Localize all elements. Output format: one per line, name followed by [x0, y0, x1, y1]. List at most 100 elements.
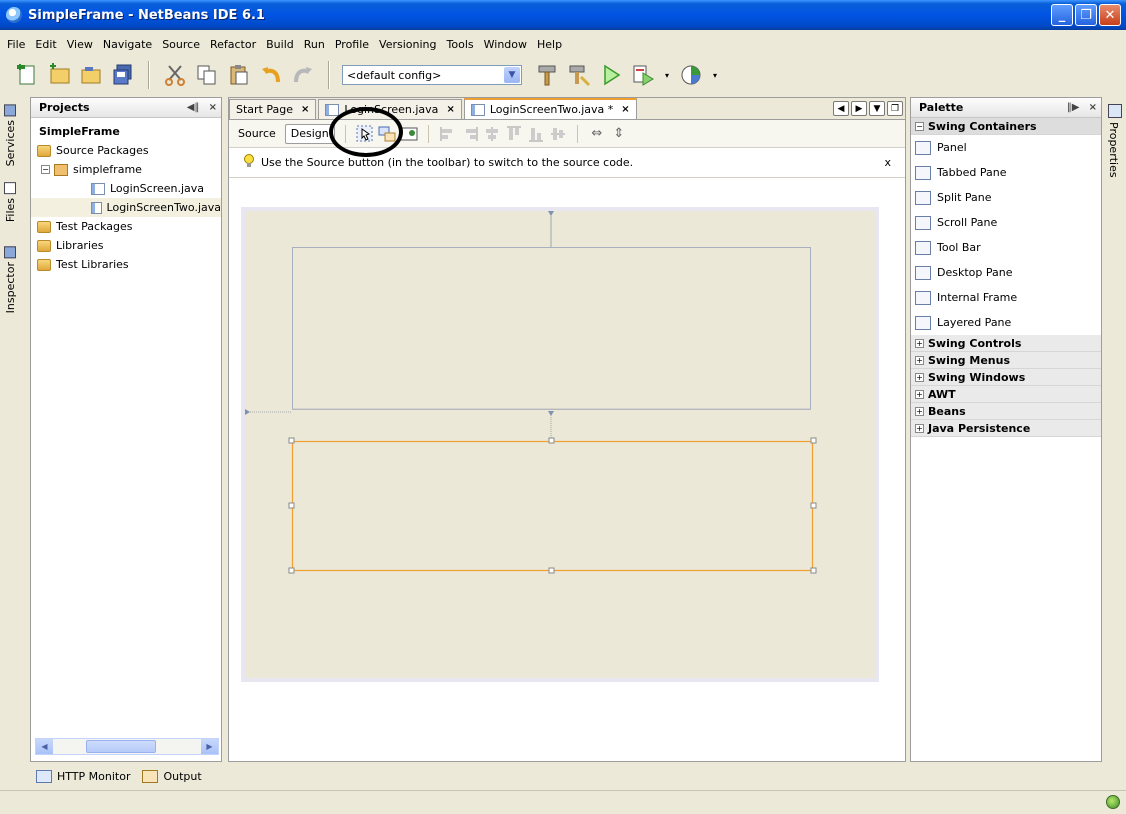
align-left-icon[interactable]	[439, 125, 457, 143]
tab-loginscreentwo[interactable]: LoginScreenTwo.java * ×	[463, 98, 637, 119]
build-hammer-icon[interactable]	[534, 62, 560, 88]
close-icon[interactable]: ×	[1089, 102, 1097, 113]
align-top-icon[interactable]	[505, 125, 523, 143]
center-vertical-icon[interactable]	[549, 125, 567, 143]
chevron-down-icon[interactable]: ▾	[662, 62, 672, 88]
palette-category-swing-menus[interactable]: + Swing Menus	[911, 352, 1101, 369]
scroll-tabs-left-icon[interactable]: ◀	[833, 101, 849, 116]
undo-icon[interactable]	[258, 62, 284, 88]
collapse-toggle-icon[interactable]: −	[41, 165, 50, 174]
scroll-left-icon[interactable]: ◀	[36, 739, 53, 754]
expand-toggle-icon[interactable]: +	[915, 355, 924, 365]
properties-side-tab[interactable]: Properties	[1107, 122, 1120, 178]
close-icon[interactable]: ×	[301, 104, 309, 115]
expand-toggle-icon[interactable]: +	[915, 389, 924, 399]
profile-icon[interactable]	[678, 62, 704, 88]
expand-toggle-icon[interactable]: +	[915, 423, 924, 433]
collapse-toggle-icon[interactable]: −	[915, 121, 924, 131]
chevron-down-icon[interactable]: ▼	[504, 67, 520, 83]
run-icon[interactable]	[598, 62, 624, 88]
tab-start-page[interactable]: Start Page ×	[229, 99, 317, 119]
menu-help[interactable]: Help	[532, 38, 567, 51]
menu-file[interactable]: File	[0, 38, 30, 51]
tab-output[interactable]: Output	[142, 769, 202, 783]
menu-build[interactable]: Build	[261, 38, 299, 51]
selection-mode-icon[interactable]	[356, 125, 374, 143]
source-mode-button[interactable]: Source	[233, 124, 281, 144]
palette-item-layered-pane[interactable]: Layered Pane	[911, 310, 1101, 335]
palette-item-internal-frame[interactable]: Internal Frame	[911, 285, 1101, 310]
close-icon[interactable]: ×	[446, 104, 454, 115]
title-bar[interactable]: SimpleFrame - NetBeans IDE 6.1 _ ❐ ✕	[0, 0, 1126, 30]
align-bottom-icon[interactable]	[527, 125, 545, 143]
tab-loginscreen[interactable]: LoginScreen.java ×	[318, 99, 462, 119]
hint-close-button[interactable]: x	[884, 156, 891, 169]
scroll-tabs-right-icon[interactable]: ▶	[851, 101, 867, 116]
inspector-side-tab[interactable]: Inspector	[4, 246, 17, 313]
show-opened-documents-icon[interactable]: ▼	[869, 101, 885, 116]
center-horizontal-icon[interactable]	[483, 125, 501, 143]
tree-node-file[interactable]: LoginScreenTwo.java	[31, 198, 221, 217]
minimize-button[interactable]: _	[1051, 4, 1073, 26]
horizontal-resize-icon[interactable]: ⇔	[588, 125, 606, 143]
connection-mode-icon[interactable]	[378, 125, 396, 143]
menu-window[interactable]: Window	[479, 38, 532, 51]
close-icon[interactable]: ×	[621, 104, 629, 115]
palette-item-tabbed-pane[interactable]: Tabbed Pane	[911, 160, 1101, 185]
menu-profile[interactable]: Profile	[330, 38, 374, 51]
copy-icon[interactable]	[194, 62, 220, 88]
debug-icon[interactable]	[630, 62, 656, 88]
horizontal-scrollbar[interactable]: ◀ ▶	[35, 738, 219, 755]
palette-category-beans[interactable]: + Beans	[911, 403, 1101, 420]
palette-item-panel[interactable]: Panel	[911, 135, 1101, 160]
menu-navigate[interactable]: Navigate	[98, 38, 157, 51]
menu-versioning[interactable]: Versioning	[374, 38, 441, 51]
minimize-panel-icon[interactable]: ◀‖	[187, 102, 200, 113]
clean-build-icon[interactable]	[566, 62, 592, 88]
palette-item-split-pane[interactable]: Split Pane	[911, 185, 1101, 210]
redo-icon[interactable]	[290, 62, 316, 88]
cut-icon[interactable]	[162, 62, 188, 88]
palette-category-java-persistence[interactable]: + Java Persistence	[911, 420, 1101, 437]
tree-node-package[interactable]: − simpleframe	[31, 160, 221, 179]
minimize-panel-icon[interactable]: ‖▶	[1067, 102, 1080, 113]
menu-run[interactable]: Run	[299, 38, 330, 51]
palette-category-swing-containers[interactable]: − Swing Containers	[911, 118, 1101, 135]
tab-http-monitor[interactable]: HTTP Monitor	[36, 769, 130, 783]
palette-item-desktop-pane[interactable]: Desktop Pane	[911, 260, 1101, 285]
close-icon[interactable]: ×	[209, 102, 217, 113]
config-select[interactable]: <default config> ▼	[342, 65, 522, 85]
tree-node-project[interactable]: SimpleFrame	[31, 122, 221, 141]
palette-item-tool-bar[interactable]: Tool Bar	[911, 235, 1101, 260]
new-project-icon[interactable]	[46, 62, 72, 88]
vertical-resize-icon[interactable]: ⇕	[610, 125, 628, 143]
close-button[interactable]: ✕	[1099, 4, 1121, 26]
align-right-icon[interactable]	[461, 125, 479, 143]
update-status-icon[interactable]	[1106, 795, 1120, 809]
menu-refactor[interactable]: Refactor	[205, 38, 261, 51]
save-all-icon[interactable]	[110, 62, 136, 88]
tree-node-test-packages[interactable]: Test Packages	[31, 217, 221, 236]
preview-design-icon[interactable]	[400, 125, 418, 143]
design-mode-button[interactable]: Design	[284, 123, 335, 144]
palette-category-awt[interactable]: + AWT	[911, 386, 1101, 403]
menu-tools[interactable]: Tools	[442, 38, 479, 51]
expand-toggle-icon[interactable]: +	[915, 406, 924, 416]
palette-item-scroll-pane[interactable]: Scroll Pane	[911, 210, 1101, 235]
expand-toggle-icon[interactable]: +	[915, 372, 924, 382]
expand-toggle-icon[interactable]: +	[915, 338, 924, 348]
services-side-tab[interactable]: Services	[4, 104, 17, 166]
new-file-icon[interactable]	[14, 62, 40, 88]
files-side-tab[interactable]: Files	[4, 182, 17, 222]
paste-icon[interactable]	[226, 62, 252, 88]
maximize-button[interactable]: ❐	[1075, 4, 1097, 26]
menu-source[interactable]: Source	[157, 38, 205, 51]
scroll-thumb[interactable]	[86, 740, 156, 753]
tree-node-source-packages[interactable]: Source Packages	[31, 141, 221, 160]
palette-category-swing-windows[interactable]: + Swing Windows	[911, 369, 1101, 386]
tree-node-test-libraries[interactable]: Test Libraries	[31, 255, 221, 274]
tree-node-libraries[interactable]: Libraries	[31, 236, 221, 255]
scroll-right-icon[interactable]: ▶	[201, 739, 218, 754]
menu-edit[interactable]: Edit	[30, 38, 61, 51]
chevron-down-icon[interactable]: ▾	[710, 62, 720, 88]
